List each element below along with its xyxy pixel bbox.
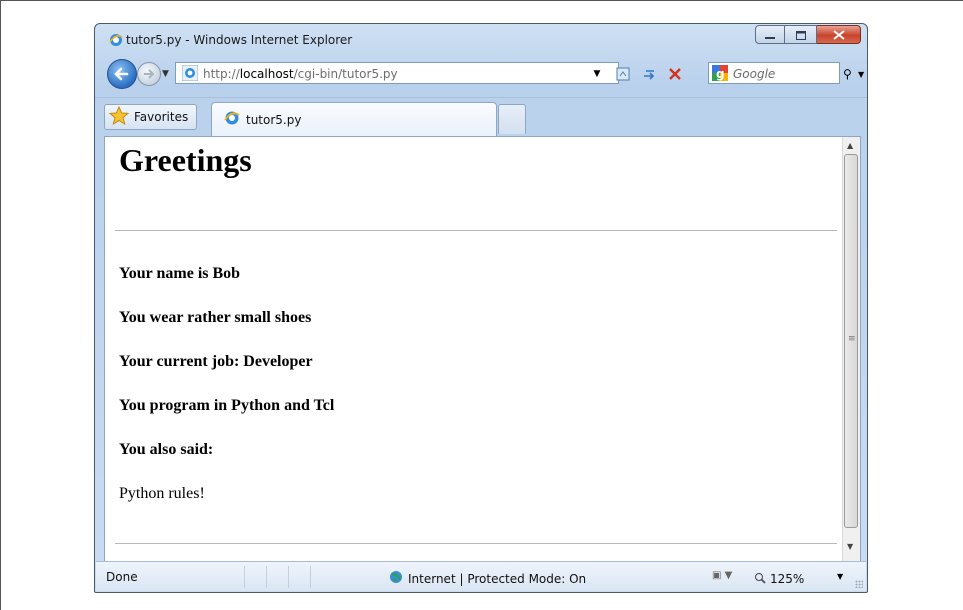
tab-tutor5[interactable]: tutor5.py xyxy=(211,102,497,136)
zoom-control[interactable]: 125% xyxy=(754,569,804,588)
name-line: Your name is Bob xyxy=(119,265,241,282)
scroll-grip-icon: ≡ xyxy=(848,334,856,344)
web-page: Greetings Your name is Bob You wear rath… xyxy=(105,137,845,561)
minimize-icon xyxy=(765,25,775,44)
url-scheme: http:// xyxy=(203,67,240,81)
status-divider xyxy=(288,566,289,588)
compatibility-view-icon[interactable] xyxy=(613,65,633,83)
tab-bar: Favorites tutor5.py xyxy=(95,97,867,136)
languages-line: You program in Python and Tcl xyxy=(119,397,335,414)
google-logo-icon: g xyxy=(712,65,728,81)
search-dropdown-icon[interactable]: ▼ xyxy=(858,70,864,79)
close-icon xyxy=(832,25,845,44)
zoom-icon xyxy=(754,569,766,588)
protected-mode-options-icon[interactable]: ▣ ▼ xyxy=(712,570,732,581)
history-dropdown-icon[interactable]: ▼ xyxy=(162,69,169,79)
status-divider xyxy=(244,566,245,588)
url-path: /cgi-bin/tutor5.py xyxy=(293,67,398,81)
minimize-button[interactable] xyxy=(755,25,785,44)
browser-window: tutor5.py - Windows Internet Explorer ▼ … xyxy=(94,23,868,593)
status-text: Done xyxy=(106,570,138,584)
favorites-button[interactable]: Favorites xyxy=(104,104,198,130)
status-divider xyxy=(266,566,267,588)
tab-label: tutor5.py xyxy=(246,112,302,127)
security-zone-text: Internet | Protected Mode: On xyxy=(408,571,587,586)
search-placeholder: Google xyxy=(733,67,776,81)
maximize-icon xyxy=(795,25,806,44)
close-button[interactable] xyxy=(817,25,861,44)
address-bar[interactable]: http://localhost/cgi-bin/tutor5.py xyxy=(175,62,619,84)
status-divider xyxy=(310,566,311,588)
zoom-dropdown-icon[interactable]: ▼ xyxy=(837,572,843,581)
maximize-button[interactable] xyxy=(785,25,817,44)
page-viewport: Greetings Your name is Bob You wear rath… xyxy=(104,136,861,562)
comment-text: Python rules! xyxy=(119,485,205,502)
bottom-rule xyxy=(115,543,837,544)
caption-buttons xyxy=(755,25,861,45)
refresh-icon[interactable] xyxy=(639,65,659,83)
page-heading: Greetings xyxy=(119,142,252,178)
ie-logo-icon xyxy=(109,32,123,51)
page-icon xyxy=(181,64,199,85)
stop-icon[interactable] xyxy=(665,65,685,83)
scroll-thumb[interactable]: ≡ xyxy=(844,154,858,528)
svg-text:g: g xyxy=(716,67,725,81)
navigation-bar: ▼ http://localhost/cgi-bin/tutor5.py ▼ g… xyxy=(95,58,867,89)
ie-tab-icon xyxy=(224,110,240,130)
search-box[interactable]: g Google xyxy=(708,62,840,84)
shoes-line: You wear rather small shoes xyxy=(119,309,312,326)
scroll-up-icon[interactable]: ▲ xyxy=(847,141,853,150)
address-url[interactable]: http://localhost/cgi-bin/tutor5.py xyxy=(203,67,398,81)
back-button[interactable] xyxy=(107,59,137,89)
address-actions: ▼ xyxy=(587,65,685,83)
star-icon xyxy=(108,105,130,129)
top-rule xyxy=(115,230,837,231)
url-host: localhost xyxy=(239,67,294,81)
also-said-line: You also said: xyxy=(119,441,214,458)
forward-button[interactable] xyxy=(137,62,161,86)
security-zone[interactable]: Internet | Protected Mode: On xyxy=(389,569,586,588)
address-dropdown-icon[interactable]: ▼ xyxy=(587,65,607,83)
title-bar[interactable]: tutor5.py - Windows Internet Explorer xyxy=(95,24,867,54)
favorites-label: Favorites xyxy=(134,110,189,124)
resize-grip-icon[interactable] xyxy=(855,580,863,588)
back-arrow-icon xyxy=(114,67,129,81)
vertical-scrollbar[interactable]: ▲ ≡ ▼ xyxy=(842,137,860,561)
scroll-down-icon[interactable]: ▼ xyxy=(847,542,853,551)
globe-icon xyxy=(389,569,403,588)
job-line: Your current job: Developer xyxy=(119,353,313,370)
status-bar: Done Internet | Protected Mode: On ▣ ▼ 1… xyxy=(96,561,866,591)
window-title: tutor5.py - Windows Internet Explorer xyxy=(126,33,353,47)
zoom-level: 125% xyxy=(770,571,805,586)
new-tab-button[interactable] xyxy=(498,104,526,134)
forward-arrow-icon xyxy=(144,69,155,79)
search-icon[interactable]: ⚲ xyxy=(843,67,852,81)
